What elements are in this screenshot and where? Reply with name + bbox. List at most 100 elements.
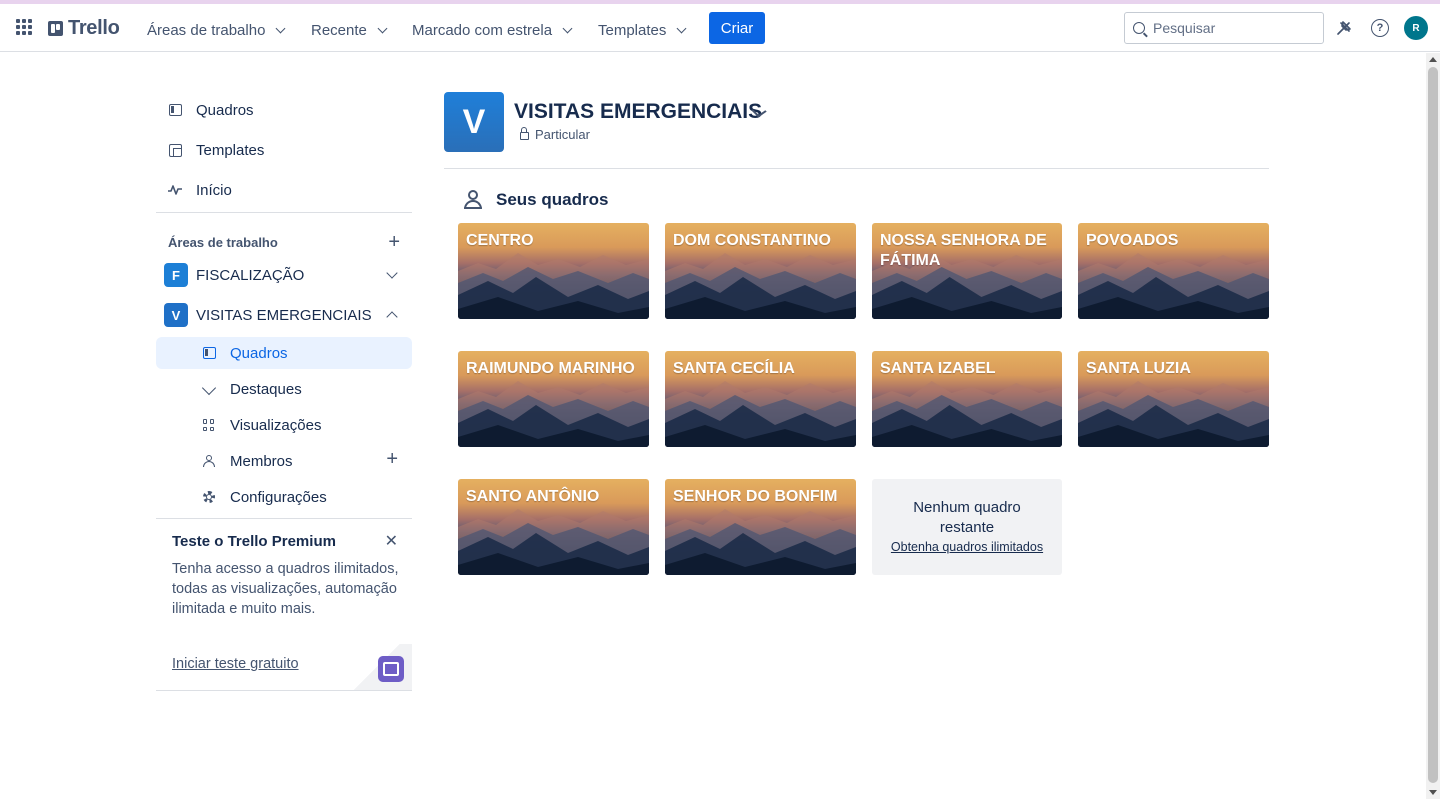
- get-unlimited-boards-link[interactable]: Obtenha quadros ilimitados: [891, 540, 1043, 554]
- scroll-thumb[interactable]: [1428, 67, 1438, 783]
- board-title: NOSSA SENHORA DE FÁTIMA: [880, 232, 1047, 269]
- sidebar-item-label: Membros: [230, 452, 293, 470]
- nav-recent-label: Recente: [311, 21, 367, 39]
- board-title: POVOADOS: [1086, 232, 1179, 249]
- chevron-down-icon: [386, 267, 398, 279]
- board-title: RAIMUNDO MARINHO: [466, 360, 635, 377]
- your-boards-heading: Seus quadros: [464, 190, 608, 210]
- sidebar-item-members[interactable]: Membros +: [156, 445, 412, 477]
- trello-logo-icon: [48, 20, 63, 36]
- sidebar-item-label: Visualizações: [230, 416, 322, 434]
- board-title: SANTO ANTÔNIO: [466, 488, 600, 505]
- board-title: SENHOR DO BONFIM: [673, 488, 838, 505]
- board-tile[interactable]: SANTA LUZIA: [1078, 351, 1269, 447]
- sidebar-item-label: Destaques: [230, 380, 302, 398]
- sidebar-item-settings[interactable]: Configurações: [156, 481, 412, 513]
- start-free-trial-link[interactable]: Iniciar teste gratuito: [172, 656, 299, 672]
- board-title: SANTA CECÍLIA: [673, 360, 795, 377]
- workspace-fiscalizacao[interactable]: F FISCALIZAÇÃO: [164, 257, 412, 293]
- sidebar-item-boards[interactable]: Quadros: [156, 92, 412, 128]
- workspace-privacy: Particular: [520, 127, 590, 142]
- workspace-title: VISITAS EMERGENCIAIS: [514, 100, 763, 123]
- nav-starred-menu[interactable]: Marcado com estrela: [412, 14, 573, 46]
- premium-briefcase-icon: [378, 656, 404, 682]
- board-tile[interactable]: SANTA CECÍLIA: [665, 351, 856, 447]
- sidebar-item-home[interactable]: Início: [156, 172, 412, 208]
- activity-icon: [168, 183, 182, 197]
- premium-description: Tenha acesso a quadros ilimitados, todas…: [172, 561, 399, 617]
- app-switcher-icon[interactable]: [14, 17, 34, 37]
- chevron-down-icon: [562, 23, 573, 33]
- workspace-name: VISITAS EMERGENCIAIS: [196, 306, 372, 324]
- board-tile[interactable]: SANTA IZABEL: [872, 351, 1062, 447]
- scroll-up-arrow-icon[interactable]: [1429, 57, 1437, 62]
- create-button[interactable]: Criar: [709, 12, 765, 44]
- sidebar-item-label: Configurações: [230, 488, 327, 506]
- sidebar-item-views[interactable]: Visualizações: [156, 409, 412, 441]
- nav-workspaces-label: Áreas de trabalho: [147, 21, 266, 39]
- nav-templates-menu[interactable]: Templates: [598, 14, 687, 46]
- sidebar-item-templates[interactable]: Templates: [156, 132, 412, 168]
- board-tile[interactable]: CENTRO: [458, 223, 649, 319]
- header-divider: [444, 168, 1269, 169]
- members-icon: [202, 454, 216, 468]
- workspaces-heading: Áreas de trabalho +: [168, 232, 400, 252]
- board-tile[interactable]: NOSSA SENHORA DE FÁTIMA: [872, 223, 1062, 319]
- help-icon[interactable]: ?: [1368, 16, 1392, 40]
- nav-templates-label: Templates: [598, 21, 667, 39]
- nav-workspaces-menu[interactable]: Áreas de trabalho: [147, 14, 286, 46]
- add-member-icon[interactable]: +: [386, 449, 398, 469]
- grid-icon: [202, 418, 216, 432]
- workspace-privacy-label: Particular: [535, 127, 590, 142]
- nav-starred-label: Marcado com estrela: [412, 21, 553, 39]
- board-tile[interactable]: SANTO ANTÔNIO: [458, 479, 649, 575]
- premium-title: Teste o Trello Premium: [172, 533, 336, 550]
- sidebar-item-label: Templates: [196, 141, 265, 159]
- sidebar-item-highlights[interactable]: Destaques: [156, 373, 412, 405]
- search-icon: [1133, 22, 1145, 34]
- chevron-down-icon: [377, 23, 388, 33]
- close-icon[interactable]: ✕: [385, 531, 398, 551]
- chevron-down-icon: [676, 23, 687, 33]
- lock-icon: [520, 127, 529, 140]
- sidebar-item-label: Quadros: [230, 344, 288, 362]
- no-boards-remaining-tile: Nenhum quadro restante Obtenha quadros i…: [872, 479, 1062, 575]
- board-tile[interactable]: POVOADOS: [1078, 223, 1269, 319]
- search-input[interactable]: [1153, 20, 1313, 36]
- workspaces-heading-label: Áreas de trabalho: [168, 234, 278, 250]
- board-tile[interactable]: DOM CONSTANTINO: [665, 223, 856, 319]
- top-navigation-bar: Trello Áreas de trabalho Recente Marcado…: [0, 4, 1440, 52]
- chevron-up-icon: [386, 311, 398, 323]
- heart-icon: [201, 380, 217, 396]
- board-tile[interactable]: SENHOR DO BONFIM: [665, 479, 856, 575]
- sidebar-divider: [156, 212, 412, 213]
- add-workspace-icon[interactable]: +: [388, 232, 400, 252]
- no-boards-remaining-text: Nenhum quadro restante: [913, 499, 1021, 536]
- trello-logo[interactable]: Trello: [48, 17, 120, 39]
- person-icon: [464, 190, 482, 210]
- search-box[interactable]: [1124, 12, 1324, 44]
- workspace-visitas-emergenciais[interactable]: V VISITAS EMERGENCIAIS: [164, 297, 412, 333]
- sidebar-item-label: Início: [196, 181, 232, 199]
- nav-recent-menu[interactable]: Recente: [311, 14, 388, 46]
- user-avatar[interactable]: R: [1404, 16, 1428, 40]
- board-icon: [168, 103, 182, 117]
- board-icon: [202, 346, 216, 360]
- board-title: SANTA LUZIA: [1086, 360, 1191, 377]
- workspace-badge: F: [164, 263, 188, 287]
- gear-icon: [202, 490, 216, 504]
- board-tile[interactable]: RAIMUNDO MARINHO: [458, 351, 649, 447]
- templates-icon: [168, 143, 182, 157]
- sidebar-item-label: Quadros: [196, 101, 254, 119]
- workspace-name: FISCALIZAÇÃO: [196, 266, 305, 284]
- board-title: DOM CONSTANTINO: [673, 232, 831, 249]
- sidebar-item-workspace-boards[interactable]: Quadros: [156, 337, 412, 369]
- notifications-icon[interactable]: [1332, 16, 1356, 40]
- chevron-down-icon: [275, 23, 286, 33]
- workspace-badge: V: [164, 303, 188, 327]
- board-title: SANTA IZABEL: [880, 360, 996, 377]
- your-boards-title: Seus quadros: [496, 190, 609, 209]
- workspace-logo: V: [444, 92, 504, 152]
- page-scrollbar[interactable]: [1426, 53, 1440, 799]
- scroll-down-arrow-icon[interactable]: [1429, 790, 1437, 795]
